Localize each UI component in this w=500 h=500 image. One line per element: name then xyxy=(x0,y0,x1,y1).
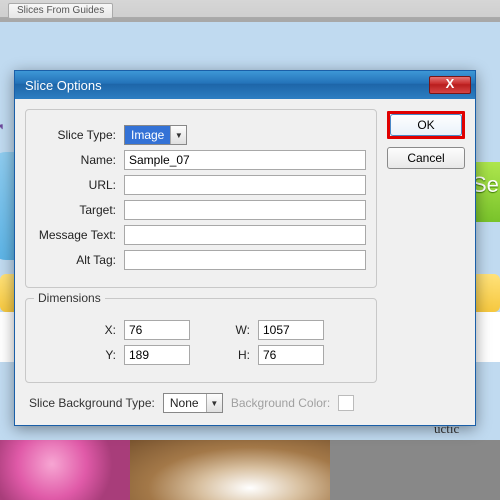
dialog-title: Slice Options xyxy=(25,78,429,93)
slice-bg-type-row: Slice Background Type: None ▼ Background… xyxy=(25,393,377,413)
y-input[interactable] xyxy=(124,345,190,365)
message-text-label: Message Text: xyxy=(36,228,124,242)
dialog-body: Slice Type: Image ▼ Name: URL: Target: xyxy=(15,99,475,425)
bg-flower-image xyxy=(0,440,130,500)
ok-button-highlight: OK xyxy=(387,111,465,139)
bg-cup-image xyxy=(130,440,330,500)
target-label: Target: xyxy=(36,203,124,217)
h-label: H: xyxy=(230,348,258,362)
bg-color-swatch xyxy=(338,395,354,411)
name-label: Name: xyxy=(36,153,124,167)
chevron-down-icon: ▼ xyxy=(206,394,222,412)
dimensions-group: Dimensions X: Y: W: xyxy=(25,298,377,383)
url-input[interactable] xyxy=(124,175,366,195)
x-input[interactable] xyxy=(124,320,190,340)
dialog-titlebar[interactable]: Slice Options X xyxy=(15,71,475,99)
slice-type-value: Image xyxy=(125,126,170,144)
dimensions-legend: Dimensions xyxy=(34,291,105,305)
bg-photo-strip xyxy=(0,440,500,500)
x-label: X: xyxy=(96,323,124,337)
alt-tag-label: Alt Tag: xyxy=(36,253,124,267)
y-label: Y: xyxy=(96,348,124,362)
message-text-input[interactable] xyxy=(124,225,366,245)
close-button[interactable]: X xyxy=(429,76,471,94)
slice-bg-type-value: None xyxy=(164,394,206,412)
chevron-down-icon: ▼ xyxy=(170,126,186,144)
bg-color-label: Background Color: xyxy=(231,396,330,410)
target-input[interactable] xyxy=(124,200,366,220)
slice-type-select[interactable]: Image ▼ xyxy=(124,125,187,145)
app-toolbar: Slices From Guides xyxy=(0,0,500,18)
h-input[interactable] xyxy=(258,345,324,365)
bg-letter-r: r xyxy=(0,112,3,146)
slice-bg-type-select[interactable]: None ▼ xyxy=(163,393,223,413)
slices-from-guides-button[interactable]: Slices From Guides xyxy=(8,3,113,19)
slice-bg-type-label: Slice Background Type: xyxy=(29,396,155,410)
cancel-button[interactable]: Cancel xyxy=(387,147,465,169)
slice-options-dialog: Slice Options X Slice Type: Image ▼ Name… xyxy=(14,70,476,426)
w-input[interactable] xyxy=(258,320,324,340)
ok-button[interactable]: OK xyxy=(390,114,462,136)
name-input[interactable] xyxy=(124,150,366,170)
slice-fields-group: Slice Type: Image ▼ Name: URL: Target: xyxy=(25,109,377,288)
w-label: W: xyxy=(230,323,258,337)
close-icon: X xyxy=(446,76,455,91)
slice-type-label: Slice Type: xyxy=(36,128,124,142)
alt-tag-input[interactable] xyxy=(124,250,366,270)
url-label: URL: xyxy=(36,178,124,192)
